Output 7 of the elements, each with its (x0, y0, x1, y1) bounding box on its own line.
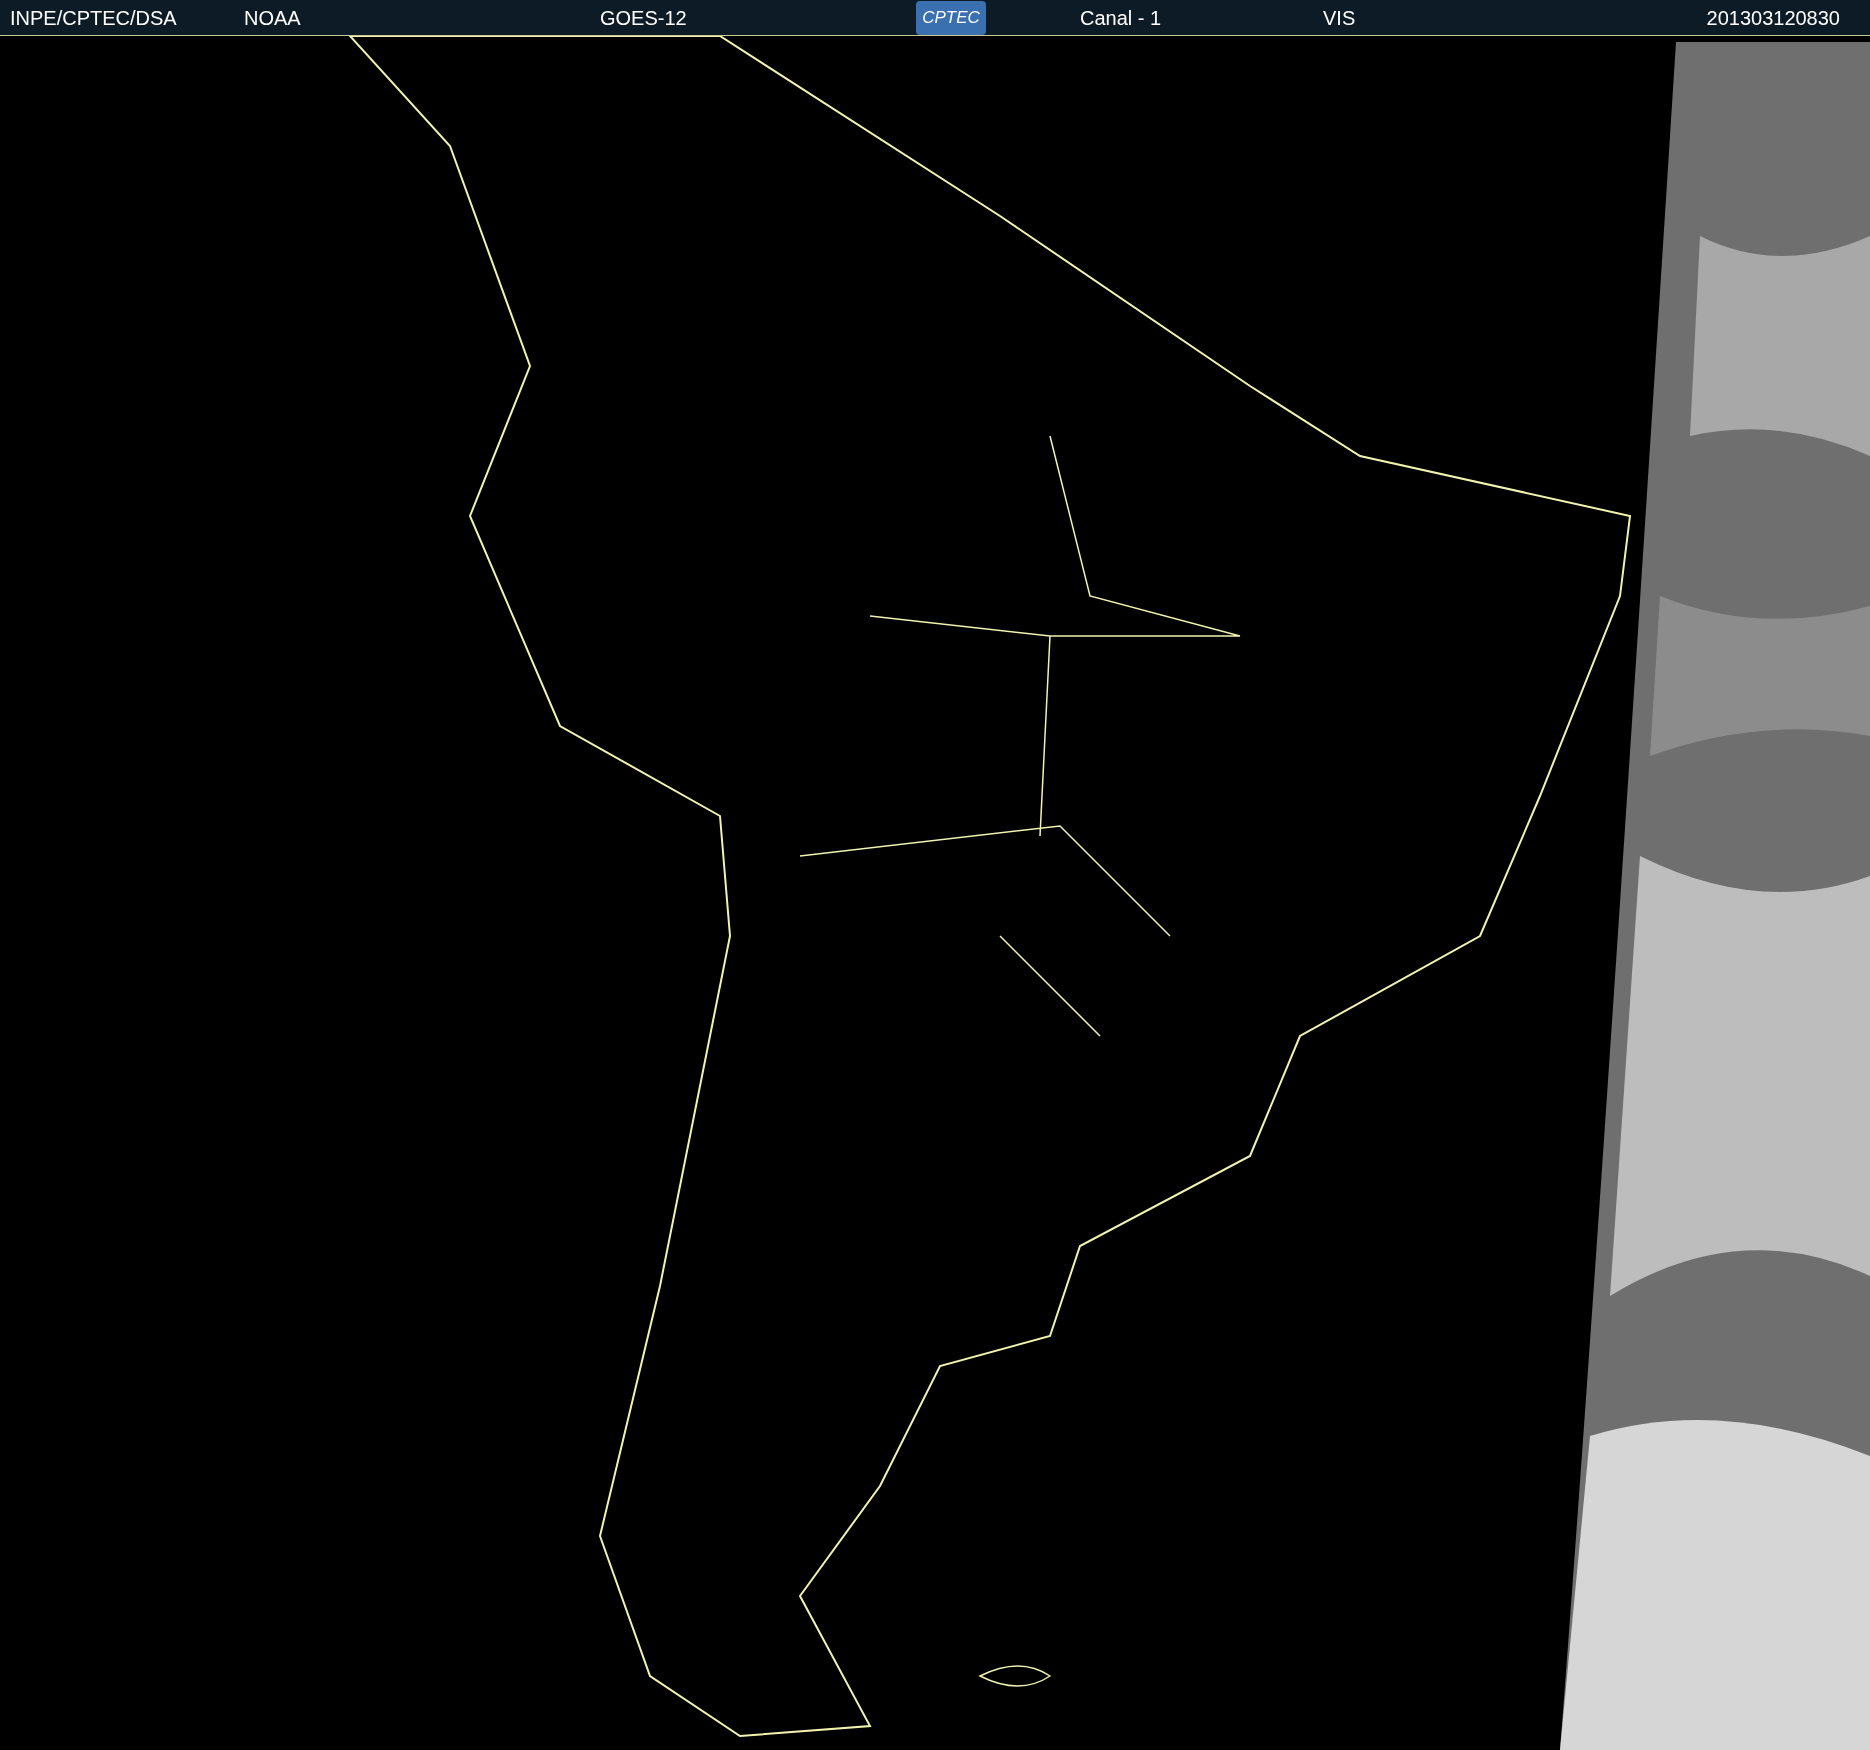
timestamp-label: 201303120830 (1706, 5, 1840, 31)
source-label: INPE/CPTEC/DSA (10, 5, 178, 31)
agency-label: NOAA (244, 5, 302, 31)
band-label: VIS (1323, 5, 1356, 31)
satellite-label: GOES-12 (600, 5, 688, 31)
channel-label: Canal - 1 (1080, 5, 1163, 31)
logo: CPTEC (916, 0, 986, 35)
